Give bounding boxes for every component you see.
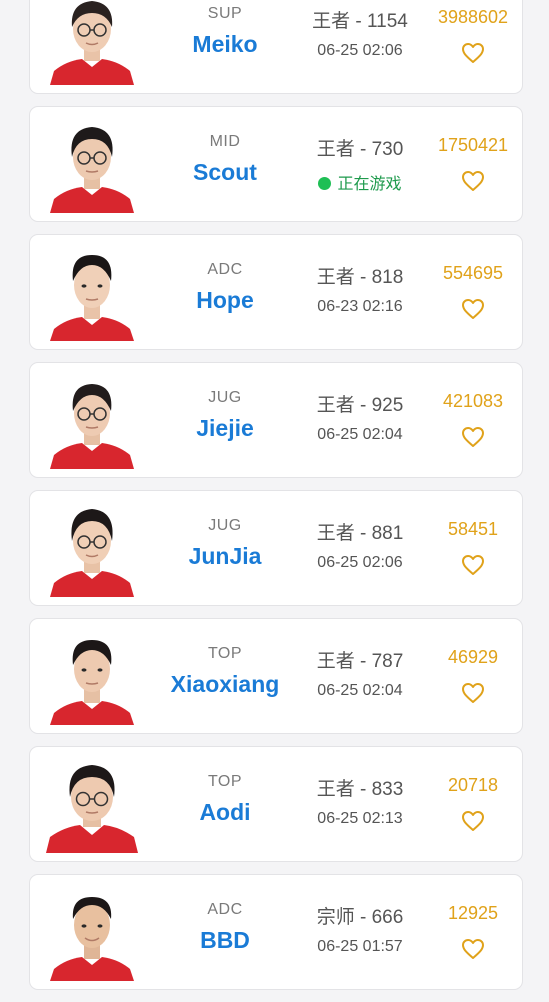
heart-outline-icon[interactable]: [461, 554, 485, 576]
player-position: ADC: [207, 901, 243, 918]
like-count: 554695: [442, 263, 504, 283]
player-rank: 王者 - 730: [316, 139, 404, 160]
player-card[interactable]: JUG JunJia 王者 - 881 06-25 02:06 58451: [29, 490, 523, 606]
player-avatar: [46, 115, 138, 213]
player-name[interactable]: Jiejie: [160, 415, 290, 442]
player-position: JUG: [208, 517, 242, 534]
player-name[interactable]: Xiaoxiang: [160, 671, 290, 698]
like-count: 12925: [447, 903, 499, 923]
like-count: 3988602: [437, 7, 509, 27]
player-name[interactable]: Aodi: [160, 799, 290, 826]
player-name[interactable]: Meiko: [160, 31, 290, 58]
player-rank: 宗师 - 666: [316, 907, 404, 928]
like-count: 58451: [447, 519, 499, 539]
heart-outline-icon[interactable]: [461, 426, 485, 448]
last-game-time: 06-25 01:57: [317, 938, 403, 955]
player-avatar: [46, 371, 138, 469]
heart-outline-icon[interactable]: [461, 42, 485, 64]
player-rank: 王者 - 881: [316, 523, 404, 544]
player-card[interactable]: ADC BBD 宗师 - 666 06-25 01:57 12925: [29, 874, 523, 990]
last-game-time: 06-25 02:13: [317, 810, 403, 827]
like-count: 1750421: [437, 135, 509, 155]
player-rank: 王者 - 833: [316, 779, 404, 800]
player-list: SUP Meiko 王者 - 1154 06-25 02:06 3988602: [0, 0, 549, 1002]
heart-outline-icon[interactable]: [461, 170, 485, 192]
player-name[interactable]: BBD: [160, 927, 290, 954]
last-game-time: 06-25 02:06: [317, 42, 403, 59]
heart-outline-icon[interactable]: [461, 682, 485, 704]
player-avatar: [46, 0, 138, 85]
player-position: MID: [209, 133, 241, 150]
last-game-time: 06-25 02:04: [317, 682, 403, 699]
green-dot-icon: [318, 177, 332, 190]
heart-outline-icon[interactable]: [461, 938, 485, 960]
player-card[interactable]: ADC Hope 王者 - 818 06-23 02:16 554695: [29, 234, 523, 350]
player-name[interactable]: JunJia: [160, 543, 290, 570]
player-avatar: [46, 627, 138, 725]
player-name[interactable]: Scout: [160, 159, 290, 186]
player-position: ADC: [207, 261, 243, 278]
like-count: 421083: [442, 391, 504, 411]
player-card[interactable]: SUP Meiko 王者 - 1154 06-25 02:06 3988602: [29, 0, 523, 94]
last-game-time: 06-25 02:06: [317, 554, 403, 571]
live-status: 正在游戏: [300, 170, 420, 194]
like-count: 20718: [447, 775, 499, 795]
player-rank: 王者 - 1154: [312, 11, 408, 32]
player-position: TOP: [207, 645, 243, 662]
player-position: TOP: [207, 773, 243, 790]
player-card[interactable]: TOP Xiaoxiang 王者 - 787 06-25 02:04 46929: [29, 618, 523, 734]
player-position: JUG: [208, 389, 242, 406]
heart-outline-icon[interactable]: [461, 298, 485, 320]
player-avatar: [46, 499, 138, 597]
heart-outline-icon[interactable]: [461, 810, 485, 832]
live-status-text: 正在游戏: [337, 176, 402, 193]
player-card[interactable]: TOP Aodi 王者 - 833 06-25 02:13 20718: [29, 746, 523, 862]
player-avatar: [46, 243, 138, 341]
player-card[interactable]: JUG Jiejie 王者 - 925 06-25 02:04 421083: [29, 362, 523, 478]
player-position: SUP: [207, 5, 243, 22]
player-rank: 王者 - 787: [316, 651, 404, 672]
player-avatar: [46, 755, 138, 853]
player-avatar: [46, 883, 138, 981]
player-rank: 王者 - 925: [316, 395, 404, 416]
player-rank: 王者 - 818: [316, 267, 404, 288]
last-game-time: 06-25 02:04: [317, 426, 403, 443]
like-count: 46929: [447, 647, 499, 667]
last-game-time: 06-23 02:16: [317, 298, 403, 315]
player-card[interactable]: MID Scout 王者 - 730 正在游戏 1750421: [29, 106, 523, 222]
player-name[interactable]: Hope: [160, 287, 290, 314]
